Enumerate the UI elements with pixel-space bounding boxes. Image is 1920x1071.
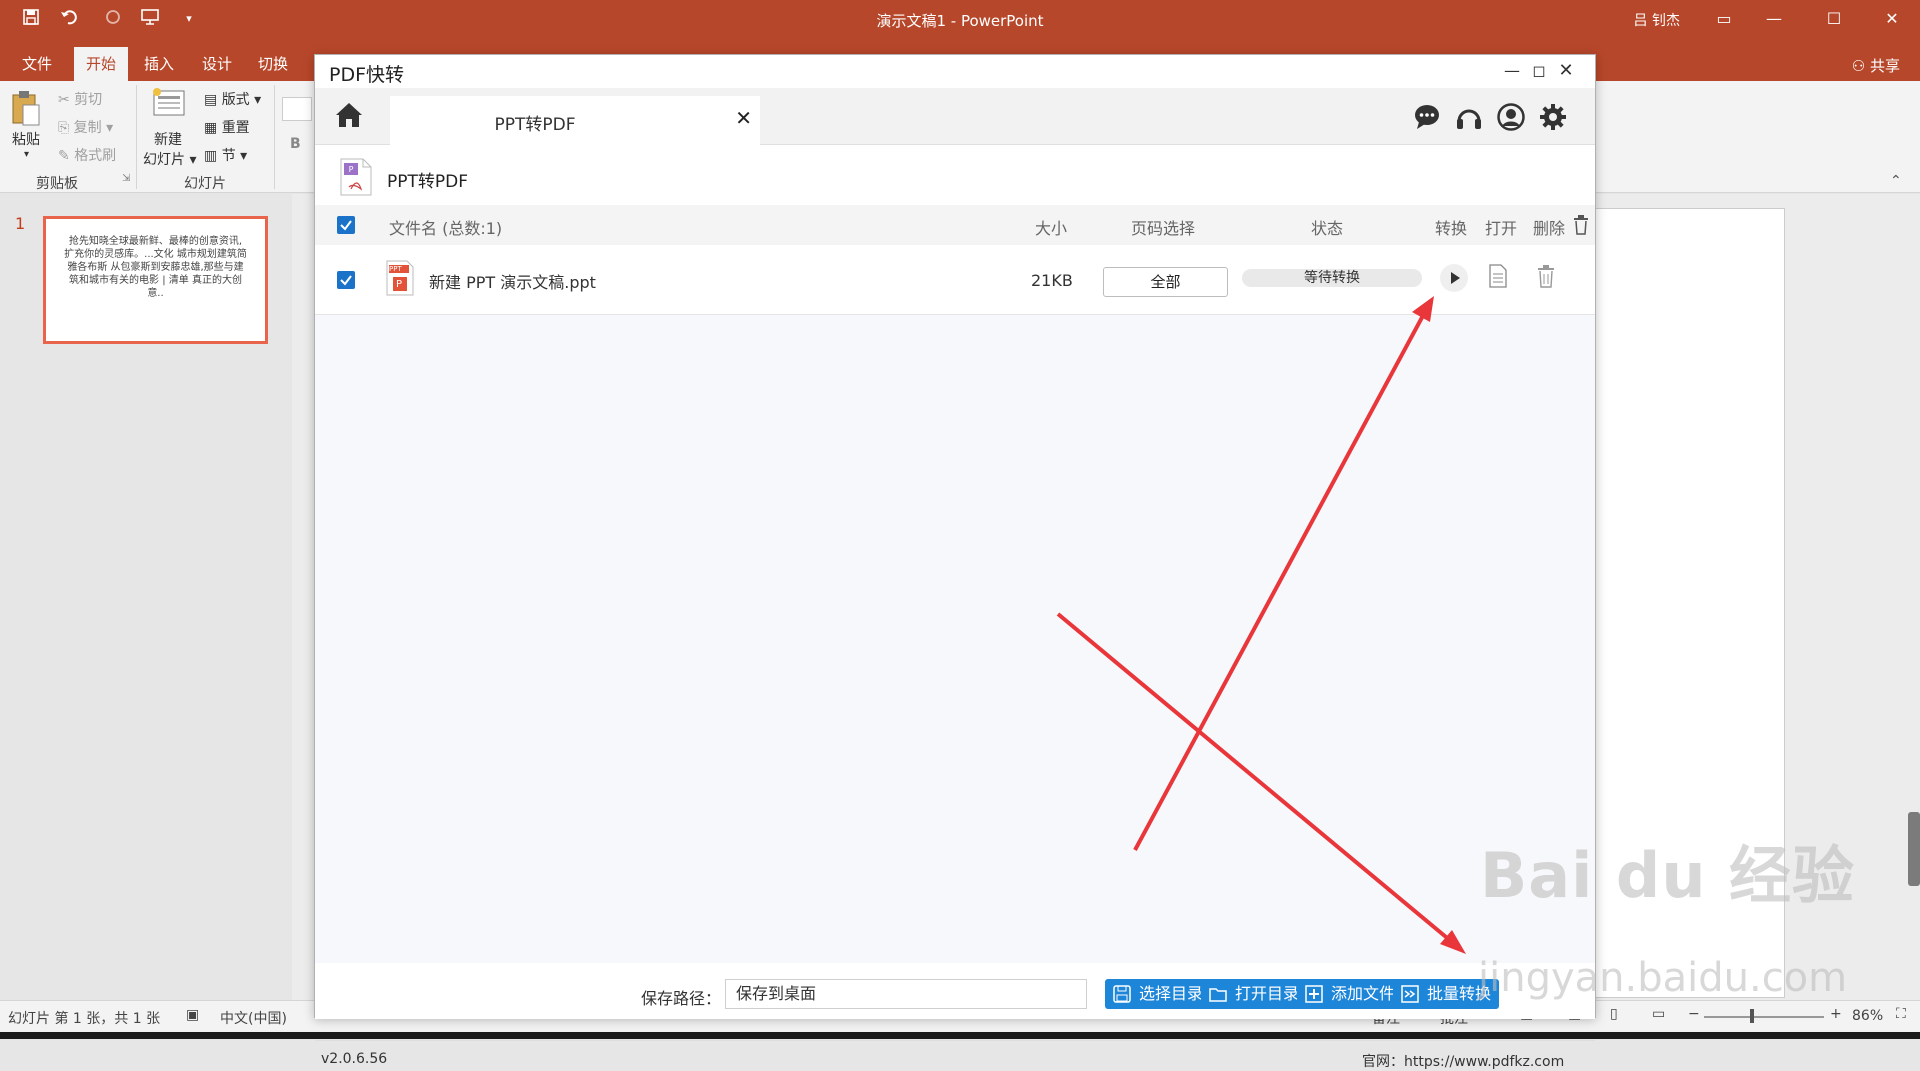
- dialog-bottom-divider: [315, 1040, 1595, 1041]
- baidu-watermark: Bai du 经验: [1480, 839, 1856, 912]
- baidu-watermark-url: jingyan.baidu.com: [1478, 955, 1848, 1001]
- annotation-arrow-to-play: [1133, 309, 1428, 851]
- annotation-arrow-to-batch: [1056, 612, 1454, 944]
- version-text: v2.0.6.56: [321, 1051, 388, 1067]
- website-link[interactable]: 官网：https://www.pdfkz.com: [1362, 1051, 1564, 1071]
- annotation-arrowhead-play: [1412, 296, 1434, 322]
